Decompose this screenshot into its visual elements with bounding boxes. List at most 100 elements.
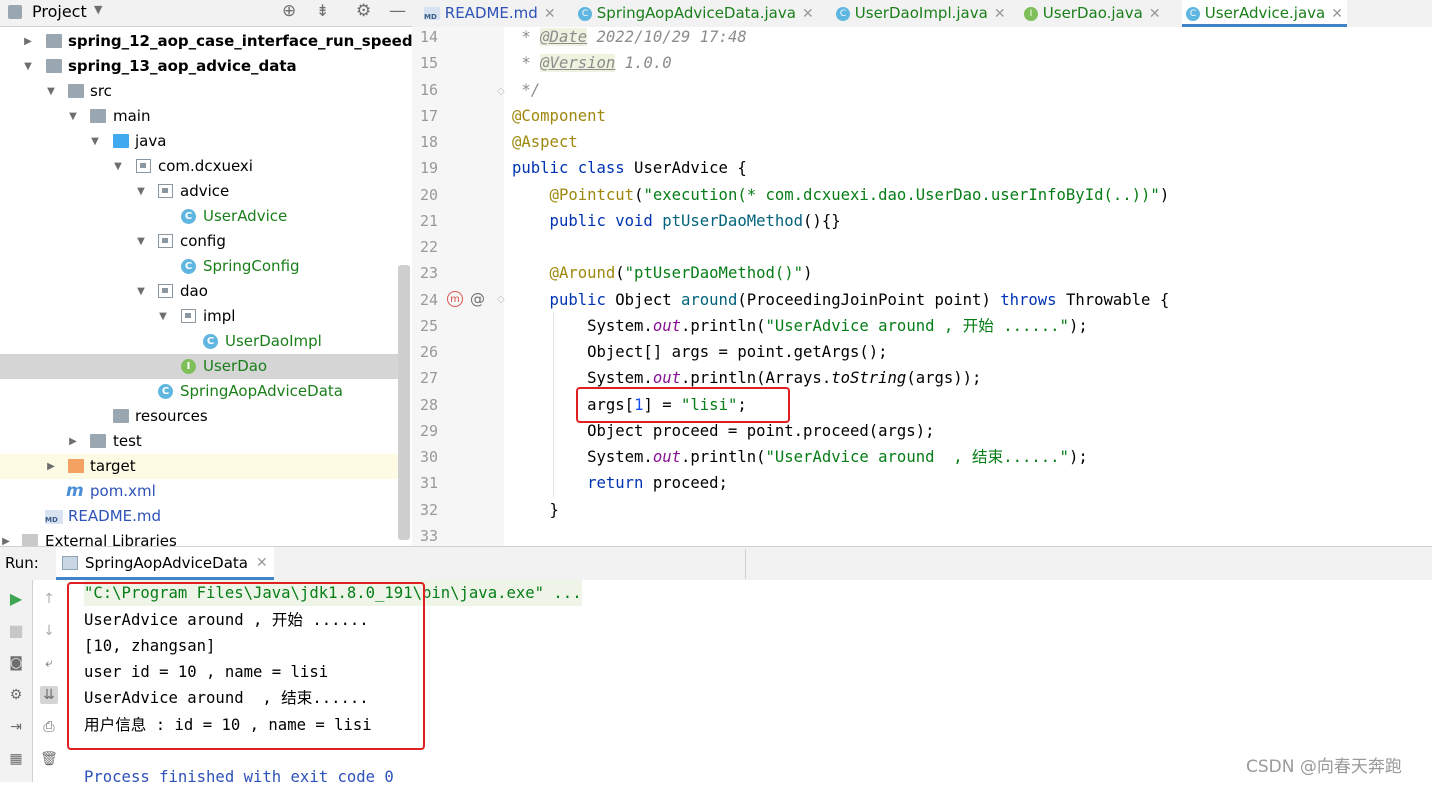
rerun-icon[interactable]: ▶: [7, 590, 25, 608]
chevron-down-icon[interactable]: ▼: [89, 129, 101, 154]
chevron-right-icon[interactable]: ▶: [67, 429, 79, 454]
settings-icon[interactable]: ⚙: [7, 686, 25, 704]
tree-item-dao[interactable]: ▼ dao: [0, 279, 398, 304]
project-panel: Project ▼ ⊕ ⇟ ⚙ — ▶ spring_12_aop_case_i…: [0, 0, 412, 546]
chevron-right-icon[interactable]: ▶: [45, 454, 57, 479]
main-class-icon: C: [158, 384, 173, 399]
tree-item-target[interactable]: ▶ target: [0, 454, 398, 479]
tree-item-label: resources: [135, 407, 208, 425]
collapse-all-icon[interactable]: ⇟: [316, 1, 329, 20]
tree-item-advice[interactable]: ▼ advice: [0, 179, 398, 204]
tab-userdao[interactable]: I UserDao.java ✕: [1024, 0, 1161, 27]
chevron-down-icon[interactable]: ▼: [67, 104, 79, 129]
tree-item-external-libraries[interactable]: ▶ External Libraries: [0, 529, 398, 546]
close-icon[interactable]: ✕: [256, 555, 268, 571]
tree-item-spring12[interactable]: ▶ spring_12_aop_case_interface_run_speed: [0, 29, 412, 54]
class-icon: C: [181, 259, 196, 274]
interface-icon: I: [1024, 6, 1038, 21]
package-icon: [158, 284, 173, 298]
tree-item-test[interactable]: ▶ test: [0, 429, 398, 454]
locate-icon[interactable]: ⊕: [282, 1, 296, 21]
chevron-down-icon[interactable]: ▼: [135, 279, 147, 304]
chevron-down-icon[interactable]: ▼: [112, 154, 124, 179]
chevron-down-icon[interactable]: ▼: [94, 3, 102, 16]
tree-item-userdaoimpl[interactable]: C UserDaoImpl: [0, 329, 398, 354]
line-number: 26: [419, 343, 438, 361]
code-line-21: public void ptUserDaoMethod(){}: [512, 208, 841, 234]
chevron-right-icon[interactable]: ▶: [0, 529, 12, 546]
exit-icon[interactable]: ⇥: [7, 718, 25, 736]
package-icon: [158, 234, 173, 248]
fold-icon[interactable]: ◇: [497, 86, 505, 97]
run-toolbar: ▶ ■ ◙ ⚙ ⇥ ▦: [0, 580, 33, 782]
tree-item-readme[interactable]: MD README.md: [0, 504, 398, 529]
tree-item-userdao[interactable]: I UserDao: [0, 354, 398, 379]
close-icon[interactable]: ✕: [544, 6, 556, 22]
tab-useradvice[interactable]: C UserAdvice.java ✕: [1182, 0, 1347, 27]
fold-icon[interactable]: ◇: [497, 294, 505, 305]
chevron-down-icon[interactable]: ▼: [135, 229, 147, 254]
chevron-right-icon[interactable]: ▶: [22, 29, 34, 54]
tab-springaopadvicedata[interactable]: C SpringAopAdviceData.java ✕: [578, 0, 814, 27]
chevron-down-icon[interactable]: ▼: [45, 79, 57, 104]
tree-item-pom[interactable]: m pom.xml: [0, 479, 398, 504]
tree-item-impl[interactable]: ▼ impl: [0, 304, 398, 329]
chevron-down-icon[interactable]: ▼: [135, 179, 147, 204]
gear-icon[interactable]: ⚙: [356, 1, 371, 21]
tree-item-springconfig[interactable]: C SpringConfig: [0, 254, 398, 279]
at-annotation-icon[interactable]: @: [470, 290, 485, 308]
tree-item-resources[interactable]: resources: [0, 404, 398, 429]
code-line-19: public class UserAdvice {: [512, 155, 747, 181]
line-number: 16: [419, 81, 438, 99]
camera-icon[interactable]: ◙: [7, 654, 25, 672]
method-override-icon[interactable]: m: [447, 291, 463, 307]
tree-item-config[interactable]: ▼ config: [0, 229, 398, 254]
close-icon[interactable]: ✕: [1331, 6, 1343, 22]
tree-item-springaopadvicedata[interactable]: C SpringAopAdviceData: [0, 379, 398, 404]
arrow-down-icon[interactable]: ↓: [40, 622, 58, 640]
run-tab[interactable]: SpringAopAdviceData ✕: [56, 547, 274, 580]
tree-item-spring13[interactable]: ▼ spring_13_aop_advice_data: [0, 54, 398, 79]
tree-item-label: com.dcxuexi: [158, 157, 253, 175]
print-icon[interactable]: ⎙: [40, 718, 58, 736]
tree-item-main[interactable]: ▼ main: [0, 104, 398, 129]
class-icon: C: [203, 334, 218, 349]
code-line-14: * @Date 2022/10/29 17:48: [512, 24, 747, 50]
comment-text: *: [512, 28, 541, 46]
line-number: 22: [419, 238, 438, 256]
tree-item-src[interactable]: ▼ src: [0, 79, 398, 104]
tree-item-java[interactable]: ▼ java: [0, 129, 398, 154]
stop-icon[interactable]: ■: [7, 622, 25, 640]
tab-label: UserAdvice.java: [1204, 4, 1326, 22]
chevron-down-icon[interactable]: ▼: [157, 304, 169, 329]
static-method: toString: [831, 369, 907, 387]
tab-userdaoimpl[interactable]: C UserDaoImpl.java ✕: [836, 0, 1006, 27]
tab-readme[interactable]: MD README.md ✕: [424, 0, 556, 27]
line-number: 15: [419, 54, 438, 72]
scroll-to-end-icon[interactable]: ⇊: [40, 686, 58, 704]
code-line-31: return proceed;: [512, 470, 728, 496]
code-line-24: public Object around(ProceedingJoinPoint…: [512, 287, 1170, 313]
tree-item-package-root[interactable]: ▼ com.dcxuexi: [0, 154, 398, 179]
line-number: 23: [419, 264, 438, 282]
tree-item-label: SpringAopAdviceData: [180, 382, 343, 400]
chevron-down-icon[interactable]: ▼: [22, 54, 34, 79]
line-number: 27: [419, 369, 438, 387]
layout-icon[interactable]: ▦: [7, 750, 25, 768]
project-scrollbar[interactable]: [398, 265, 410, 540]
code-text: );: [1068, 317, 1088, 335]
code-text: (args));: [906, 369, 982, 387]
close-icon[interactable]: ✕: [802, 6, 814, 22]
run-toolbar-secondary: ↑ ↓ ⤶ ⇊ ⎙ 🗑: [33, 580, 65, 782]
package-icon: [158, 184, 173, 198]
keyword: public class: [512, 159, 625, 177]
project-view-title[interactable]: Project: [32, 2, 87, 21]
package-icon: [181, 309, 196, 323]
close-icon[interactable]: ✕: [1149, 6, 1161, 22]
close-icon[interactable]: ✕: [994, 6, 1006, 22]
trash-icon[interactable]: 🗑: [40, 750, 58, 768]
minimize-icon[interactable]: —: [389, 1, 406, 21]
soft-wrap-icon[interactable]: ⤶: [40, 654, 58, 672]
arrow-up-icon[interactable]: ↑: [40, 590, 58, 608]
tree-item-useradvice[interactable]: C UserAdvice: [0, 204, 398, 229]
